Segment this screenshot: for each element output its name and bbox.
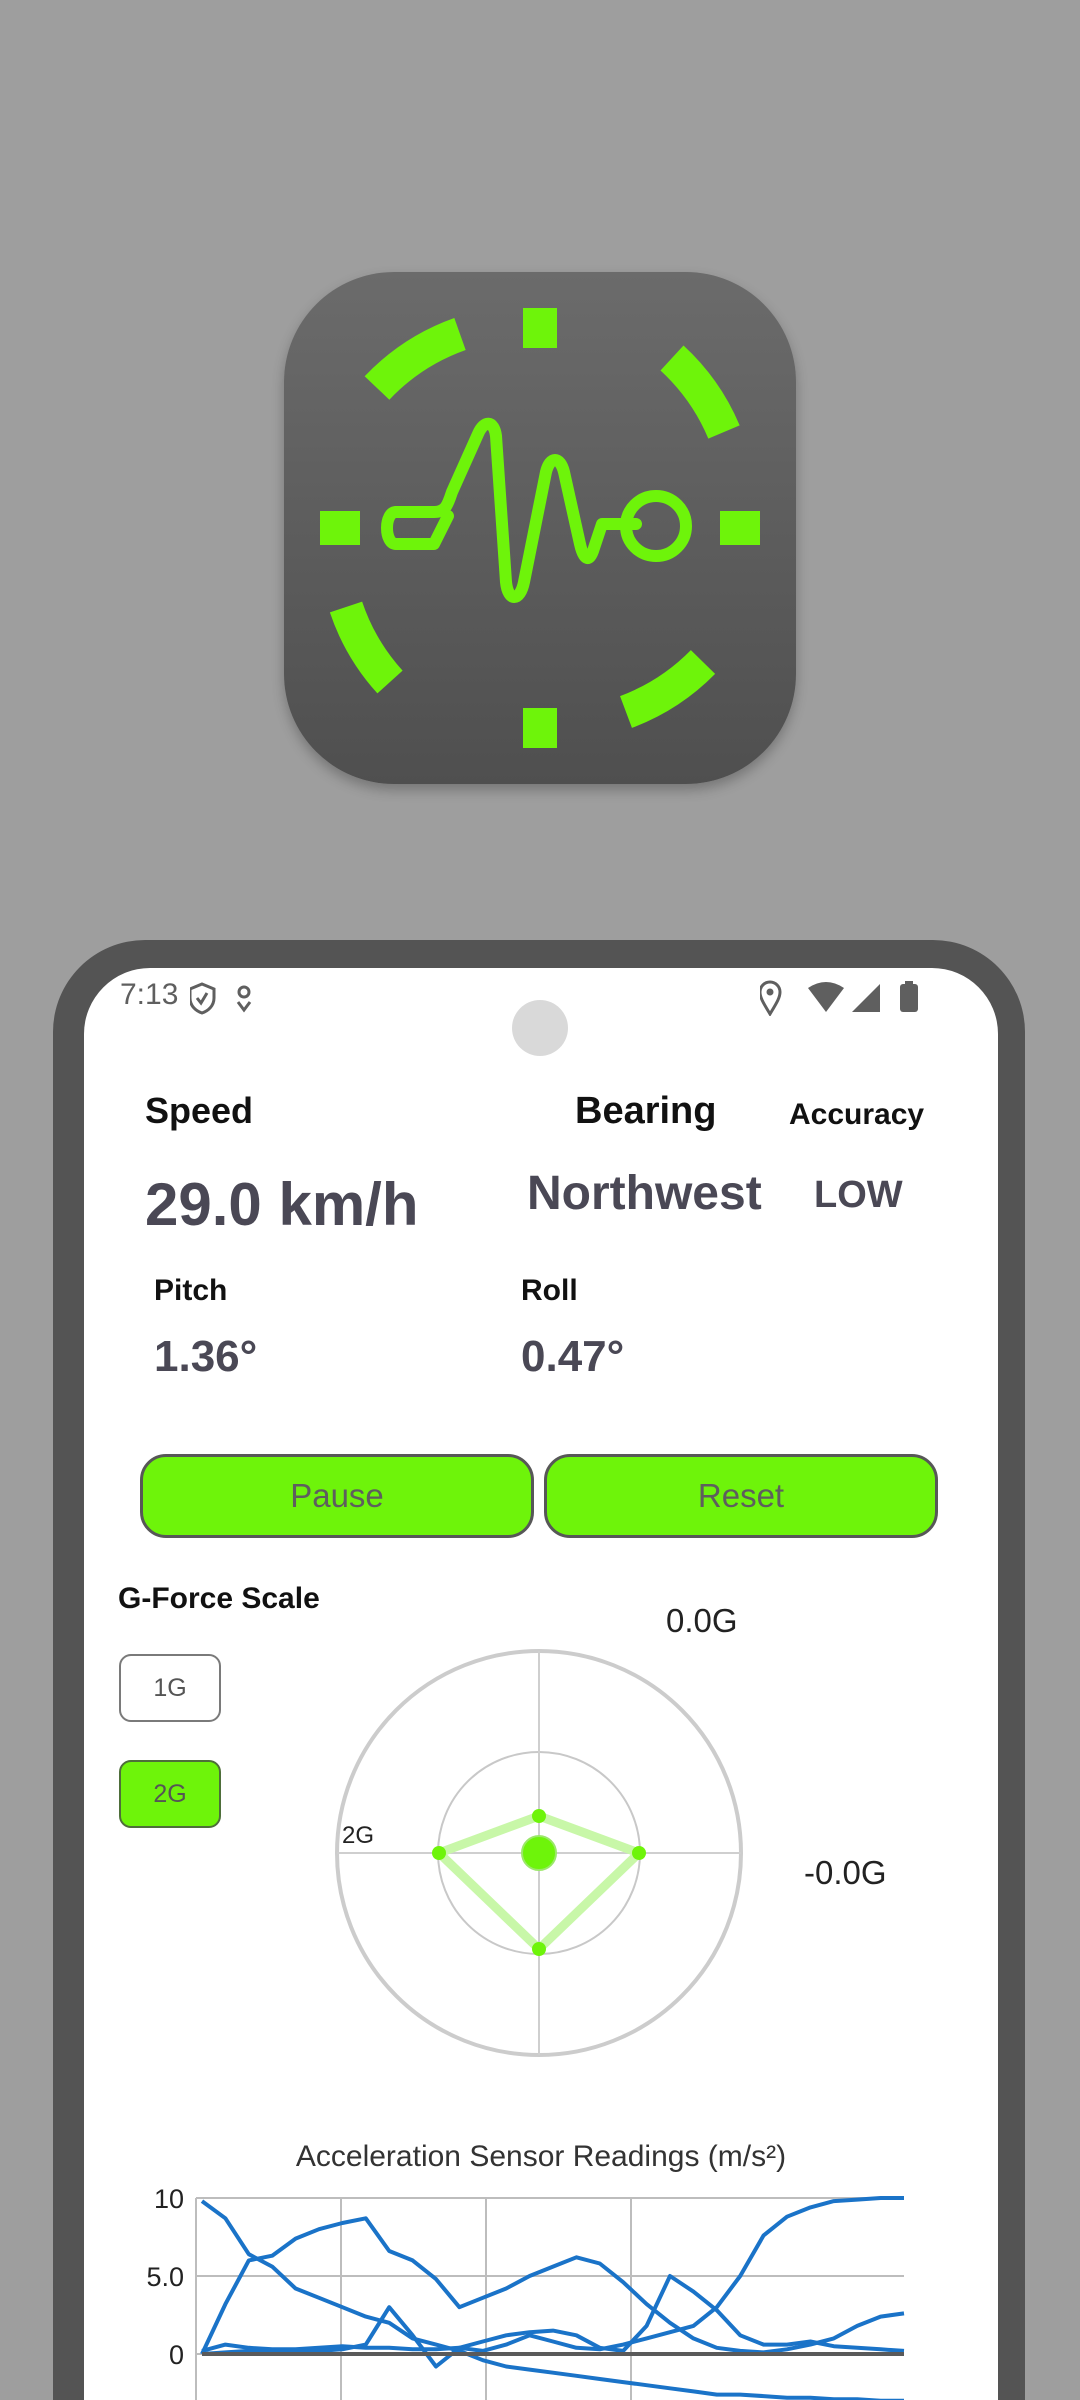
roll-label: Roll (521, 1274, 578, 1307)
battery-icon (900, 984, 918, 1012)
gforce-ring-label: 2G (342, 1822, 374, 1849)
scale-2g-button[interactable]: 2G (119, 1760, 221, 1828)
shield-check-icon (195, 992, 209, 1006)
promo-page: 7:13 Speed 29.0 km/h Bearing Northwest A… (0, 0, 1080, 2400)
gforce-point-bottom (532, 1942, 546, 1956)
notification-icon (236, 985, 252, 1013)
pitch-label: Pitch (154, 1274, 228, 1307)
gforce-point-right (632, 1846, 646, 1860)
gforce-radar: 2G (335, 1649, 743, 2057)
speed-value: 29.0 km/h (145, 1171, 419, 1238)
reset-button[interactable]: Reset (544, 1454, 938, 1538)
y-tick-label: 5.0 (146, 2262, 184, 2292)
y-tick-label: 0 (169, 2340, 184, 2370)
speed-label: Speed (145, 1090, 254, 1131)
roll-value: 0.47° (521, 1332, 625, 1381)
accel-series-line-1 (200, 2199, 904, 2400)
accuracy-label: Accuracy (789, 1098, 925, 1131)
gforce-scale-title: G-Force Scale (118, 1582, 320, 1615)
gforce-center-dot (521, 1835, 557, 1871)
pulse-gauge-icon (320, 308, 760, 748)
app-icon (284, 272, 796, 784)
accuracy-value: LOW (814, 1174, 903, 1216)
pause-button[interactable]: Pause (140, 1454, 534, 1538)
gforce-side-readout: -0.0G (804, 1854, 887, 1891)
chart-title: Acceleration Sensor Readings (m/s²) (295, 2140, 787, 2173)
gforce-point-left (432, 1846, 446, 1860)
front-camera (512, 1000, 568, 1056)
gforce-point-top (532, 1809, 546, 1823)
scale-1g-button[interactable]: 1G (119, 1654, 221, 1722)
status-time: 7:13 (120, 978, 179, 1011)
location-icon (758, 980, 782, 1017)
bearing-value: Northwest (527, 1167, 762, 1220)
bearing-label: Bearing (575, 1090, 717, 1132)
phone-screen: 7:13 Speed 29.0 km/h Bearing Northwest A… (84, 968, 998, 2400)
acceleration-chart: 105.00 (146, 2188, 905, 2400)
accel-series-line-2 (200, 2216, 905, 2355)
status-right-icons (758, 980, 940, 1021)
signal-icon (852, 984, 880, 1012)
status-left-icons (188, 980, 260, 1021)
pitch-value: 1.36° (154, 1332, 258, 1381)
wifi-icon (808, 982, 844, 1012)
y-tick-label: 10 (154, 2188, 184, 2214)
